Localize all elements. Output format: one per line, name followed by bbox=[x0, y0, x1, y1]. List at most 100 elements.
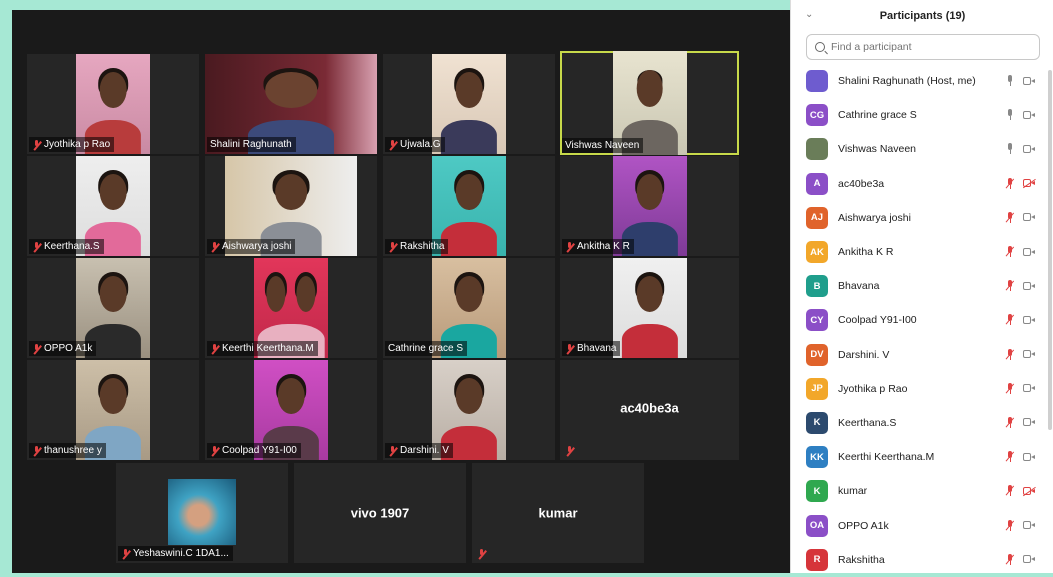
video-camera-icon[interactable] bbox=[1023, 521, 1036, 530]
video-tile-yeshaswini[interactable]: Yeshaswini.C 1DA1... bbox=[116, 463, 288, 563]
video-tile-ankitha[interactable]: Ankitha K R bbox=[560, 156, 739, 256]
mic-icon[interactable] bbox=[1006, 75, 1014, 87]
avatar: KK bbox=[806, 446, 828, 469]
participant-name-label: Ujwala.G bbox=[385, 137, 445, 152]
mic-icon[interactable] bbox=[1006, 109, 1014, 121]
video-feed bbox=[168, 479, 236, 545]
video-camera-icon[interactable] bbox=[1023, 110, 1036, 120]
mic-muted-icon[interactable] bbox=[1006, 211, 1014, 224]
search-icon bbox=[815, 42, 825, 52]
video-tile-ac40be3a[interactable]: ac40be3a bbox=[560, 360, 739, 460]
participant-row[interactable]: AK Ankitha K R bbox=[791, 235, 1053, 269]
participant-row[interactable]: DV Darshini. V bbox=[791, 338, 1053, 372]
avatar: B bbox=[806, 275, 828, 298]
video-tile-coolpad[interactable]: Coolpad Y91-I00 bbox=[205, 360, 377, 460]
mic-muted-icon bbox=[32, 445, 41, 456]
video-camera-icon[interactable] bbox=[1023, 315, 1036, 325]
participant-row[interactable]: AJ Aishwarya joshi bbox=[791, 201, 1053, 235]
participant-row[interactable]: B Bhavana bbox=[791, 269, 1053, 303]
mic-muted-icon bbox=[565, 343, 574, 354]
video-camera-icon[interactable] bbox=[1023, 418, 1036, 427]
mic-muted-icon[interactable] bbox=[1006, 246, 1014, 258]
participant-name-label: Rakshitha bbox=[385, 239, 449, 254]
participant-name-label: Aishwarya joshi bbox=[207, 239, 296, 254]
mic-muted-icon[interactable] bbox=[1006, 519, 1014, 532]
video-camera-icon[interactable] bbox=[1023, 452, 1036, 462]
mic-muted-icon bbox=[210, 343, 219, 354]
video-off-icon[interactable] bbox=[1023, 179, 1036, 188]
mic-muted-icon bbox=[388, 445, 397, 456]
video-tile-keerthana[interactable]: Keerthana.S bbox=[27, 156, 199, 256]
mic-muted-icon bbox=[121, 548, 130, 559]
participant-name-center: ac40be3a bbox=[620, 400, 679, 416]
panel-title: Participants (19) bbox=[879, 10, 966, 22]
video-camera-icon[interactable] bbox=[1023, 213, 1036, 222]
mic-muted-icon[interactable] bbox=[1006, 314, 1014, 326]
mic-muted-icon[interactable] bbox=[1006, 553, 1014, 566]
mic-muted-icon[interactable] bbox=[1006, 451, 1014, 463]
search-input[interactable] bbox=[829, 40, 1033, 54]
mic-muted-icon[interactable] bbox=[1006, 382, 1014, 395]
participant-row[interactable]: R Rakshitha bbox=[791, 543, 1053, 577]
avatar: A bbox=[806, 172, 828, 195]
mic-icon[interactable] bbox=[1006, 143, 1014, 155]
participant-row[interactable]: OA OPPO A1k bbox=[791, 508, 1053, 542]
video-tile-vivo[interactable]: vivo 1907 bbox=[294, 463, 466, 563]
participant-row[interactable]: Vishwas Naveen bbox=[791, 132, 1053, 166]
mic-muted-icon[interactable] bbox=[1006, 348, 1014, 361]
video-tile-rakshitha[interactable]: Rakshitha bbox=[383, 156, 555, 256]
mic-muted-icon bbox=[32, 139, 41, 150]
mic-muted-icon bbox=[477, 549, 486, 559]
mic-muted-icon bbox=[32, 343, 41, 354]
panel-header: ⌄ Participants (19) bbox=[791, 0, 1053, 34]
participant-row[interactable]: Aac40be3a bbox=[791, 167, 1053, 201]
participant-row[interactable]: CY Coolpad Y91-I00 bbox=[791, 303, 1053, 337]
video-gallery: Jyothika p Rao Shalini Raghunath Ujwala.… bbox=[12, 10, 790, 573]
video-tile-aishwarya[interactable]: Aishwarya joshi bbox=[205, 156, 377, 256]
participant-name-label bbox=[474, 547, 490, 561]
participant-name: Ankitha K R bbox=[838, 246, 894, 259]
video-tile-thanushree[interactable]: thanushree y bbox=[27, 360, 199, 460]
video-camera-icon[interactable] bbox=[1023, 350, 1036, 359]
participant-name: kumar bbox=[838, 485, 868, 498]
video-camera-icon[interactable] bbox=[1023, 555, 1036, 564]
video-tile-vishwas[interactable]: Vishwas Naveen bbox=[560, 51, 739, 155]
participant-name-label: Vishwas Naveen bbox=[562, 138, 644, 153]
scrollbar[interactable] bbox=[1048, 70, 1052, 430]
participant-search[interactable] bbox=[806, 34, 1040, 60]
mic-muted-icon[interactable] bbox=[1006, 416, 1014, 429]
video-tile-oppo[interactable]: OPPO A1k bbox=[27, 258, 199, 358]
avatar: R bbox=[806, 548, 828, 571]
participant-name-label: Jyothika p Rao bbox=[29, 137, 115, 152]
participant-name-label: Ankitha K R bbox=[562, 239, 634, 254]
video-tile-cathrine[interactable]: Cathrine grace S bbox=[383, 258, 555, 358]
video-tile-jyothika[interactable]: Jyothika p Rao bbox=[27, 54, 199, 154]
mic-muted-icon[interactable] bbox=[1006, 280, 1014, 292]
mic-muted-icon[interactable] bbox=[1006, 177, 1014, 190]
participant-row[interactable]: JP Jyothika p Rao bbox=[791, 372, 1053, 406]
video-camera-icon[interactable] bbox=[1023, 247, 1036, 257]
mic-muted-icon bbox=[210, 445, 219, 456]
video-tile-ujwala[interactable]: Ujwala.G bbox=[383, 54, 555, 154]
video-tile-shalini[interactable]: Shalini Raghunath bbox=[205, 54, 377, 154]
participant-row[interactable]: KK Keerthi Keerthana.M bbox=[791, 440, 1053, 474]
video-camera-icon[interactable] bbox=[1023, 384, 1036, 393]
video-off-icon[interactable] bbox=[1023, 486, 1036, 496]
participant-row[interactable]: Shalini Raghunath (Host, me) bbox=[791, 64, 1053, 98]
avatar bbox=[806, 70, 828, 93]
mic-muted-icon[interactable] bbox=[1006, 485, 1014, 497]
video-camera-icon[interactable] bbox=[1023, 144, 1036, 154]
video-tile-kumar[interactable]: kumar bbox=[472, 463, 644, 563]
participant-name: Cathrine grace S bbox=[838, 109, 917, 122]
video-tile-darshini[interactable]: Darshini. V bbox=[383, 360, 555, 460]
video-camera-icon[interactable] bbox=[1023, 76, 1036, 86]
participant-row[interactable]: CG Cathrine grace S bbox=[791, 98, 1053, 132]
video-tile-bhavana[interactable]: Bhavana bbox=[560, 258, 739, 358]
video-tile-keerthi[interactable]: Keerthi Keerthana.M bbox=[205, 258, 377, 358]
video-camera-icon[interactable] bbox=[1023, 281, 1036, 291]
participant-row[interactable]: K Keerthana.S bbox=[791, 406, 1053, 440]
participant-row[interactable]: Kkumar bbox=[791, 474, 1053, 508]
participant-name-label: Darshini. V bbox=[385, 443, 453, 458]
participant-name: Keerthi Keerthana.M bbox=[838, 451, 935, 464]
avatar: K bbox=[806, 411, 828, 434]
